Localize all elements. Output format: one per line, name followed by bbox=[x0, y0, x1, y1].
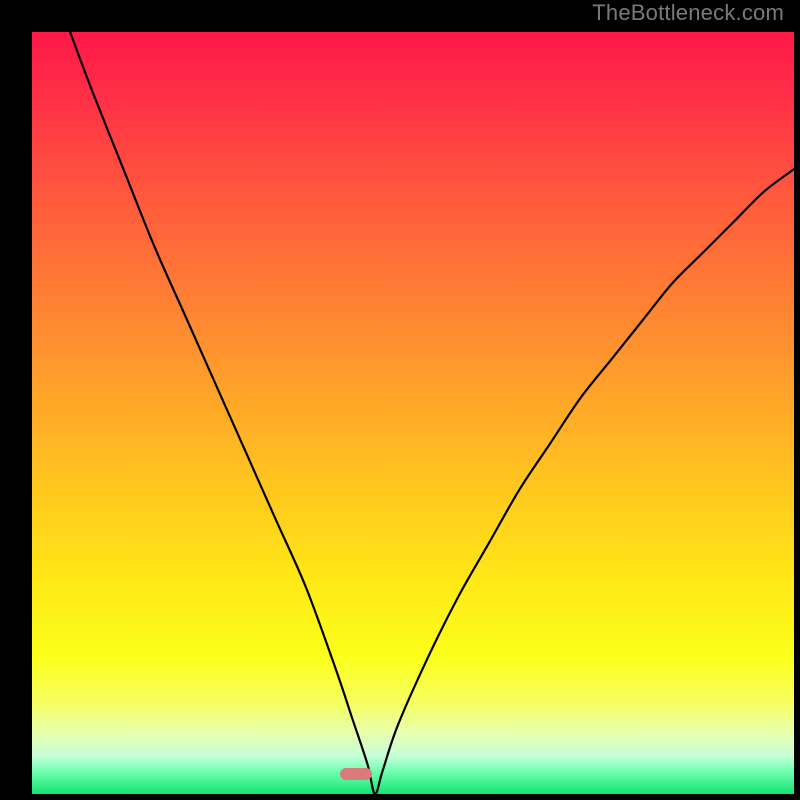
watermark-text: TheBottleneck.com bbox=[592, 0, 784, 26]
bottleneck-curve bbox=[32, 32, 794, 794]
optimal-point-marker bbox=[340, 768, 372, 780]
chart-frame bbox=[13, 13, 787, 787]
